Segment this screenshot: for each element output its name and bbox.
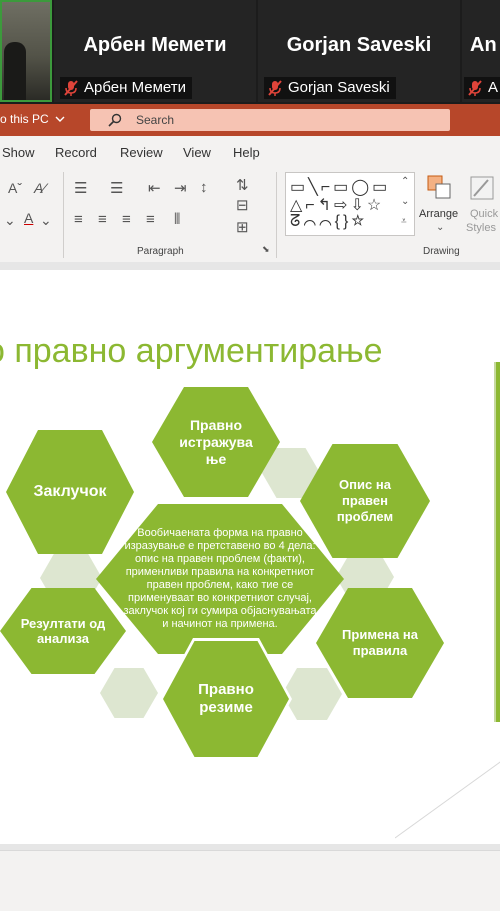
align-right-icon[interactable]: ≡ — [122, 211, 131, 228]
hexagon-center-label: Вообичаената форма на правно изразување … — [123, 527, 317, 630]
participant-tile-third[interactable]: An A — [462, 0, 500, 102]
hexagon-zakluchok-label: Заклучок — [33, 483, 107, 500]
group-label-drawing: Drawing — [423, 246, 460, 257]
columns-icon[interactable]: ⫴ — [174, 211, 180, 228]
tab-review[interactable]: Review — [120, 145, 163, 160]
decrease-font-icon[interactable]: Aˇ — [8, 180, 22, 196]
align-text-icon[interactable]: ⊟ — [236, 196, 249, 214]
dialog-launcher-icon[interactable]: ⬊ — [262, 244, 270, 255]
align-left-icon[interactable]: ≡ — [74, 211, 83, 228]
justify-icon[interactable]: ≡ — [146, 211, 155, 228]
slide[interactable]: о правно аргументирање Правно истражува … — [0, 270, 500, 844]
participant-name-tag: Gorjan Saveski — [264, 77, 396, 99]
participant-name-large: Gorjan Saveski — [286, 34, 432, 56]
slide-editing-area: о правно аргументирање Правно истражува … — [0, 262, 500, 850]
title-bar: o this PC — [0, 104, 500, 136]
mic-muted-icon — [268, 80, 282, 96]
shapes-row-1: ▭╲⌐▭◯▭ — [290, 179, 391, 196]
shapes-row-2: △⌐↰⇨⇩☆ — [290, 197, 385, 214]
participant-tile-arben[interactable]: Арбен Мемети Арбен Мемети — [54, 0, 256, 102]
slide-right-decoration — [494, 362, 500, 722]
quick-styles-icon — [470, 176, 494, 200]
ribbon-tabs: Show Record Review View Help — [0, 136, 500, 166]
participant-name-tag: A — [464, 77, 500, 99]
shapes-row-3: ᘔ⌒⌒{}☆ — [290, 213, 368, 230]
hexagon-pravno-istrazuvanje-label: Правно истражува ње — [179, 416, 253, 467]
chevron-down-icon — [55, 116, 65, 122]
shapes-gallery[interactable]: ▭╲⌐▭◯▭ △⌐↰⇨⇩☆ ᘔ⌒⌒{}☆ — [285, 172, 415, 236]
gallery-scroll-down-icon[interactable]: ⌄ — [401, 196, 409, 207]
font-dropdown-icon[interactable]: ⌄ — [4, 212, 16, 229]
quick-styles-label-1: Quick — [470, 208, 499, 220]
font-color-dropdown-icon[interactable]: ⌄ — [40, 212, 52, 229]
smartart-icon[interactable]: ⊞ — [236, 218, 249, 236]
save-location-dropdown[interactable]: o this PC — [0, 112, 65, 126]
participant-name-large: Арбен Мемети — [83, 34, 227, 56]
mic-muted-icon — [64, 80, 78, 96]
tab-slide-show[interactable]: Show — [2, 145, 35, 160]
self-video-person — [4, 42, 26, 100]
decrease-indent-icon[interactable]: ⇤ — [148, 179, 161, 197]
align-center-icon[interactable]: ≡ — [98, 211, 107, 228]
quick-styles-button[interactable]: Quick Styles — [464, 172, 500, 238]
hexagon-rezultati-label: Резултати од анализа — [20, 616, 106, 646]
gallery-scroll-up-icon[interactable]: ⌃ — [401, 176, 409, 187]
arrange-button[interactable]: Arrange ⌄ — [418, 172, 462, 238]
save-location-label: o this PC — [0, 112, 49, 126]
arrange-icon — [427, 175, 451, 199]
line-spacing-icon[interactable]: ↕ — [200, 179, 208, 196]
participant-name-small: A — [488, 79, 499, 96]
clear-formatting-icon[interactable]: A⁄ — [34, 180, 46, 196]
tab-view[interactable]: View — [183, 145, 211, 160]
notes-status-bar — [0, 850, 500, 911]
hexagon-pravno-rezime-label: Правно резиме — [198, 681, 254, 716]
participant-tile-gorjan[interactable]: Gorjan Saveski Gorjan Saveski — [258, 0, 460, 102]
font-color-icon[interactable]: A — [24, 210, 33, 226]
arrange-label: Arrange — [419, 208, 459, 220]
hexagon-primena-label: Примена на правила — [342, 627, 418, 658]
decorative-hexagon — [100, 668, 158, 718]
participant-name-large: An — [470, 34, 497, 56]
quick-styles-label-2: Styles — [466, 222, 496, 234]
self-video-tile[interactable] — [0, 0, 52, 102]
search-box[interactable] — [90, 109, 450, 131]
participant-name-small: Gorjan Saveski — [288, 79, 390, 96]
numbering-icon[interactable]: ☰ — [110, 179, 123, 197]
ribbon: Aˇ A⁄ ⌄ A ⌄ ☰ ☰ ⇤ ⇥ ↕ ≡ ≡ ≡ ≡ ⫴ ⇅ ⊟ ⊞ Pa… — [0, 166, 500, 263]
group-separator — [276, 172, 277, 258]
group-separator — [63, 172, 64, 258]
slide-title[interactable]: о правно аргументирање — [0, 332, 383, 371]
slide-decorative-line — [395, 761, 500, 839]
bullets-icon[interactable]: ☰ — [74, 179, 87, 197]
tab-record[interactable]: Record — [55, 145, 97, 160]
search-icon — [108, 113, 122, 127]
group-label-paragraph: Paragraph — [137, 246, 184, 257]
gallery-more-icon[interactable]: ⩡ — [401, 216, 407, 227]
participant-name-small: Арбен Мемети — [84, 79, 186, 96]
video-strip: Арбен Мемети Арбен Мемети Gorjan Saveski… — [0, 0, 500, 104]
text-direction-icon[interactable]: ⇅ — [236, 176, 249, 194]
search-input[interactable] — [134, 112, 418, 128]
mic-muted-icon — [468, 80, 482, 96]
chevron-down-icon: ⌄ — [436, 222, 445, 233]
participant-name-tag: Арбен Мемети — [60, 77, 192, 99]
tab-help[interactable]: Help — [233, 145, 260, 160]
increase-indent-icon[interactable]: ⇥ — [174, 179, 187, 197]
